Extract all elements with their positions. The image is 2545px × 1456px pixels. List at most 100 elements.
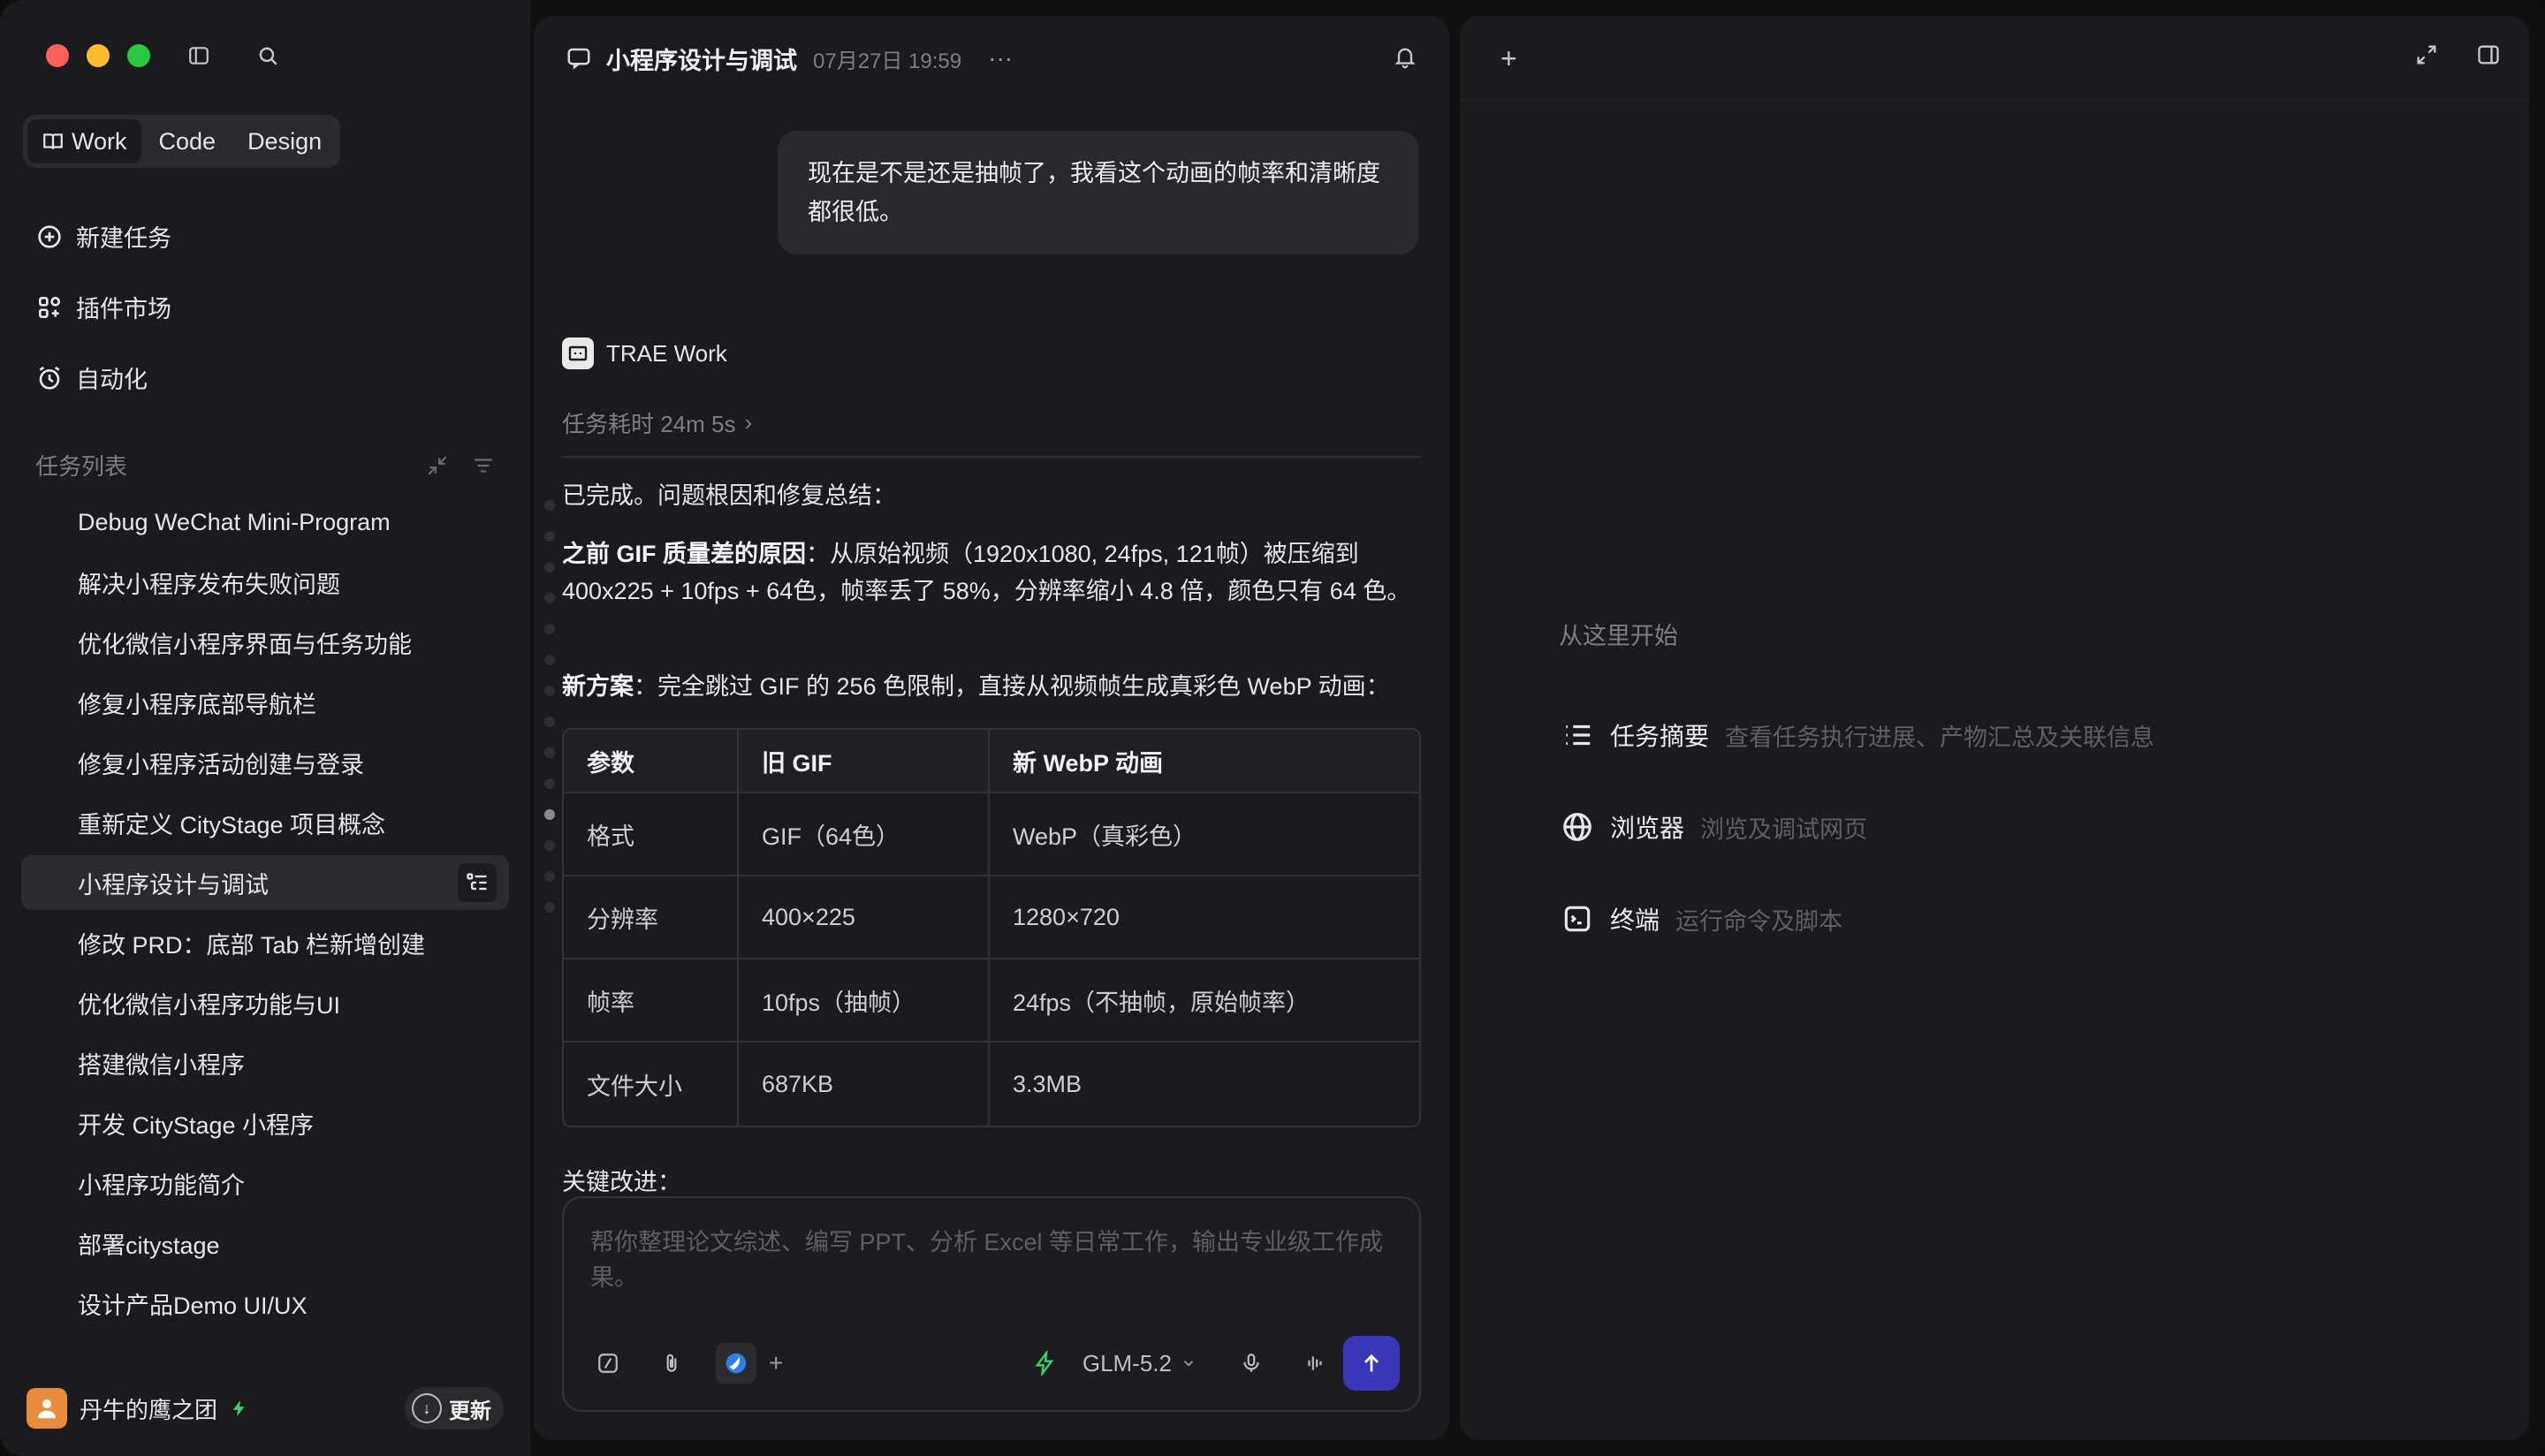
agent-name: TRAE Work [606, 339, 727, 367]
feature-desc: 运行命令及脚本 [1675, 907, 1843, 935]
collapse-icon[interactable] [426, 454, 449, 477]
terminal-icon [1564, 906, 1591, 932]
sidebar: Work Code Design 新建任务 插件市场 自动化 任务列表 Debu… [0, 0, 530, 1456]
tab-work[interactable]: Work [27, 119, 141, 163]
task-item-active[interactable]: 小程序设计与调试 [21, 855, 509, 910]
scroll-indicator[interactable] [544, 500, 555, 913]
tab-code[interactable]: Code [145, 119, 231, 163]
window-controls [46, 44, 150, 67]
new-task-button[interactable]: 新建任务 [35, 219, 171, 254]
bolt-icon[interactable] [1033, 1351, 1058, 1376]
table-cell: 10fps（抽帧） [737, 959, 988, 1043]
alarm-clock-icon [39, 366, 60, 390]
plugin-market-button[interactable]: 插件市场 [35, 290, 171, 324]
table-cell: GIF（64色） [737, 793, 988, 876]
toggle-panel-icon[interactable] [2476, 42, 2501, 67]
chevron-down-icon [1183, 1361, 1194, 1367]
task-item-label: 优化微信小程序功能与UI [78, 991, 340, 1019]
toggle-sidebar-icon[interactable] [186, 42, 212, 69]
model-selector[interactable]: GLM-5.2 [1083, 1350, 1197, 1377]
task-item-label: 部署citystage [78, 1232, 220, 1259]
chat-timestamp: 07月27日 19:59 [813, 49, 962, 73]
chat-title: 小程序设计与调试 [606, 47, 797, 74]
slash-command-icon[interactable] [589, 1344, 627, 1383]
model-name: GLM-5.2 [1082, 1349, 1172, 1376]
task-outline-icon[interactable] [458, 863, 497, 902]
table-header: 参数 [564, 730, 737, 793]
feature-browser[interactable]: 浏览器 浏览及调试网页 [1561, 809, 1867, 845]
voice-wave-icon[interactable] [1295, 1344, 1334, 1383]
add-tab-icon[interactable]: + [1500, 42, 1517, 75]
table-row: 格式 GIF（64色） WebP（真彩色） [564, 793, 1419, 876]
task-item[interactable]: 搭建微信小程序 [21, 1035, 509, 1090]
task-duration[interactable]: 任务耗时 24m 5s › [562, 406, 752, 439]
task-item[interactable]: 设计产品Demo UI/UX [21, 1276, 509, 1331]
task-item[interactable]: 修改 PRD：底部 Tab 栏新增创建 [21, 915, 509, 970]
chat-header: 小程序设计与调试 07月27日 19:59 ··· [534, 16, 1449, 101]
task-item-label: 搭建微信小程序 [78, 1051, 245, 1079]
task-item-label: Debug WeChat Mini-Program [78, 508, 391, 535]
new-task-label: 新建任务 [76, 225, 171, 252]
feature-terminal[interactable]: 终端 运行命令及脚本 [1561, 901, 1842, 937]
solution-text: ：完全跳过 GIF 的 256 色限制，直接从视频帧生成真彩色 WebP 动画： [634, 673, 1390, 700]
workspace-toolbar: + [1460, 16, 2529, 101]
bell-icon[interactable] [1393, 44, 1417, 69]
table-row: 帧率 10fps（抽帧） 24fps（不抽帧，原始帧率） [564, 959, 1419, 1043]
task-item[interactable]: 解决小程序发布失败问题 [21, 555, 509, 610]
microphone-icon[interactable] [1232, 1344, 1271, 1383]
minimize-window-button[interactable] [87, 44, 110, 67]
task-item-label: 小程序设计与调试 [78, 871, 269, 899]
workspace-panel: + 从这里开始 任务摘要 查看任务执行进展、产物汇总及关联信息 浏览器 浏览及调… [1460, 16, 2529, 1440]
key-improvements-label: 关键改进： [562, 1169, 681, 1195]
table-cell: 1280×720 [988, 876, 1419, 959]
maximize-window-button[interactable] [127, 44, 150, 67]
task-list: Debug WeChat Mini-Program 解决小程序发布失败问题 优化… [21, 495, 509, 1336]
add-tool-icon[interactable]: + [769, 1349, 783, 1377]
filter-icon[interactable] [472, 454, 495, 477]
plus-circle-icon [38, 224, 61, 248]
tab-design[interactable]: Design [233, 119, 336, 163]
app-integration-icon[interactable] [716, 1343, 756, 1384]
attach-icon[interactable] [652, 1344, 691, 1383]
feature-desc: 浏览及调试网页 [1700, 815, 1868, 843]
feature-title: 终端 [1610, 906, 1660, 934]
task-item[interactable]: 小程序功能简介 [21, 1156, 509, 1210]
expand-icon[interactable] [2414, 42, 2439, 67]
search-icon[interactable] [254, 42, 281, 69]
task-item[interactable]: 修复小程序底部导航栏 [21, 675, 509, 730]
tab-work-label: Work [72, 127, 127, 155]
prompt-input[interactable] [590, 1225, 1394, 1304]
chat-panel: 小程序设计与调试 07月27日 19:59 ··· 现在是不是还是抽帧了，我看这… [534, 16, 1449, 1440]
task-list-title: 任务列表 [35, 453, 128, 480]
table-cell: 3.3MB [988, 1043, 1419, 1126]
automation-button[interactable]: 自动化 [35, 360, 148, 395]
task-item[interactable]: 重新定义 CityStage 项目概念 [21, 795, 509, 850]
feature-title: 浏览器 [1610, 815, 1685, 842]
download-icon: ↓ [412, 1393, 442, 1423]
table-cell: 400×225 [737, 876, 988, 959]
table-cell: WebP（真彩色） [988, 793, 1419, 876]
task-item-label: 设计产品Demo UI/UX [78, 1292, 308, 1319]
more-options-icon[interactable]: ··· [988, 44, 1013, 72]
close-window-button[interactable] [46, 44, 69, 67]
task-item-label: 重新定义 CityStage 项目概念 [78, 811, 386, 838]
composer-toolbar: + GLM-5.2 [589, 1336, 1400, 1391]
task-item[interactable]: 修复小程序活动创建与登录 [21, 735, 509, 790]
send-button[interactable] [1343, 1336, 1400, 1391]
update-button[interactable]: ↓ 更新 [405, 1387, 504, 1429]
task-item[interactable]: 开发 CityStage 小程序 [21, 1096, 509, 1150]
feature-desc: 查看任务执行进展、产物汇总及关联信息 [1725, 724, 2155, 751]
summary-intro: 已完成。问题根因和修复总结： [562, 482, 896, 509]
cause-paragraph: 之前 GIF 质量差的原因：从原始视频（1920x1080, 24fps, 12… [562, 535, 1428, 610]
table-cell: 格式 [564, 793, 737, 876]
task-item[interactable]: 优化微信小程序功能与UI [21, 975, 509, 1030]
feature-task-summary[interactable]: 任务摘要 查看任务执行进展、产物汇总及关联信息 [1561, 717, 2154, 753]
task-item[interactable]: 优化微信小程序界面与任务功能 [21, 615, 509, 670]
table-cell: 文件大小 [587, 1073, 682, 1100]
task-item[interactable]: 部署citystage [21, 1216, 509, 1270]
user-profile[interactable]: 丹牛的鹰之团 [27, 1388, 249, 1429]
task-item[interactable]: Debug WeChat Mini-Program [21, 495, 509, 550]
feature-title: 任务摘要 [1610, 723, 1710, 750]
start-here-label: 从这里开始 [1559, 623, 1678, 649]
task-item-label: 修改 PRD：底部 Tab 栏新增创建 [78, 931, 426, 959]
